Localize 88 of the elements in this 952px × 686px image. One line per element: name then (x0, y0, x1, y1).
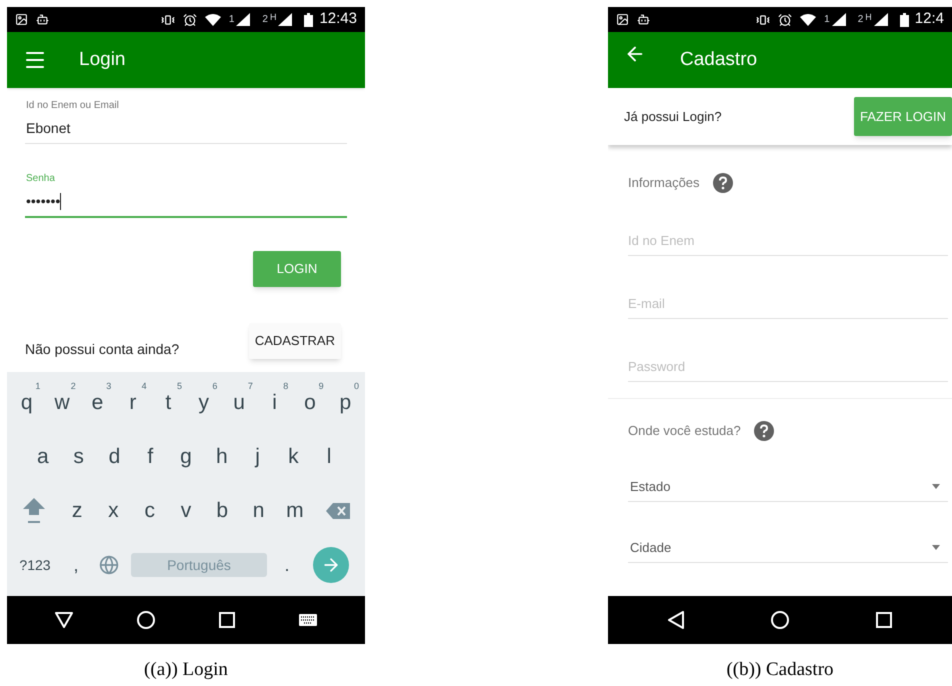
wifi-icon (204, 14, 221, 26)
screen-title: Login (79, 48, 126, 72)
help-icon[interactable] (712, 173, 733, 193)
text-input-field[interactable]: Id no Enem ou Email Ebonet (25, 98, 347, 144)
signup-prompt: Não possui conta ainda? (25, 340, 180, 359)
field-label: Senha (26, 172, 56, 186)
signup-button[interactable]: CADASTRAR (248, 322, 341, 358)
screen-title: Cadastro (680, 48, 758, 72)
field-value: Ebonet (26, 118, 70, 138)
keyboard-key[interactable]: 4 r (115, 376, 151, 430)
keyboard-key[interactable]: 6 y (186, 376, 222, 430)
wifi-icon (800, 14, 816, 26)
home-icon[interactable] (137, 611, 155, 629)
picture-icon (616, 13, 629, 26)
sim-label: 1 (824, 13, 830, 27)
dropdown-field[interactable]: Cidade (628, 533, 948, 563)
keyboard-key[interactable]: b (204, 484, 240, 538)
sim-label: 2 (262, 13, 268, 27)
comma-key[interactable]: , (61, 545, 91, 585)
backspace-icon (326, 503, 350, 519)
back-icon[interactable] (668, 611, 684, 629)
figure-caption: ((b)) Cadastro (726, 658, 834, 682)
android-icon (36, 13, 49, 26)
keyboard-key[interactable]: n (240, 484, 277, 538)
keyboard-key[interactable]: d (96, 430, 132, 484)
android-icon (637, 13, 650, 26)
field-placeholder: E-mail (628, 294, 665, 313)
recents-icon[interactable] (219, 612, 235, 628)
keyboard-key[interactable]: 5 t (150, 376, 186, 430)
alarm-icon (778, 12, 792, 26)
field-placeholder: Id no Enem (628, 232, 694, 250)
clock-time: 12:4 (914, 9, 944, 30)
period-key[interactable]: . (267, 545, 307, 585)
keyboard-key[interactable]: k (275, 430, 312, 484)
keyboard-key[interactable]: a (25, 430, 61, 484)
dropdown-field[interactable]: Estado (628, 472, 948, 502)
recents-icon[interactable] (876, 612, 892, 628)
keyboard-key[interactable]: 9 o (292, 376, 328, 430)
vibrate-icon (756, 12, 770, 26)
battery-icon (304, 12, 314, 26)
keyboard-key[interactable]: m (276, 484, 313, 538)
keyboard-key[interactable]: x (95, 484, 132, 538)
text-input-field[interactable]: Senha ••••••• (25, 171, 347, 218)
keyboard-key[interactable]: f (132, 430, 168, 484)
alarm-icon (182, 12, 197, 26)
keyboard-key[interactable]: 0 p (328, 376, 364, 430)
section-title: Informações (628, 174, 700, 192)
keyboard-key[interactable]: c (132, 484, 168, 538)
signal-icon (874, 13, 888, 26)
clock-time: 12:43 (319, 9, 357, 30)
field-value: ••••••• (26, 192, 60, 210)
keyboard-key[interactable]: v (168, 484, 204, 538)
keyboard-key[interactable]: 8 i (256, 376, 292, 430)
field-label: Id no Enem ou Email (26, 99, 120, 113)
keyboard-key[interactable]: l (311, 430, 348, 484)
keyboard-key[interactable]: 7 u (221, 376, 257, 430)
shift-icon (23, 498, 45, 524)
globe-icon (99, 555, 119, 575)
signal-icon (236, 13, 250, 26)
keyboard-key[interactable]: 1 q (9, 376, 44, 430)
text-cursor (60, 192, 62, 210)
home-icon[interactable] (770, 611, 789, 629)
figure-caption: ((a)) Login (144, 658, 228, 682)
keyboard-icon[interactable] (299, 614, 317, 626)
vibrate-icon (160, 12, 175, 26)
field-placeholder: Password (628, 358, 686, 376)
signal-icon (278, 13, 292, 26)
keyboard-key[interactable]: z (59, 484, 96, 538)
keyboard-key[interactable]: 3 e (80, 376, 116, 430)
network-label: H (865, 11, 872, 24)
sim-label: 1 (228, 13, 234, 27)
keyboard-key[interactable]: h (204, 430, 240, 484)
login-prompt: Já possui Login? (624, 108, 722, 126)
help-icon[interactable] (754, 421, 774, 441)
keyboard-key[interactable]: s (60, 430, 97, 484)
keyboard-key[interactable]: 2 w (44, 376, 80, 430)
battery-icon (900, 12, 909, 26)
keyboard-key[interactable]: j (240, 430, 276, 484)
sim-label: 2 (858, 13, 864, 27)
caret-icon (932, 484, 940, 489)
section-title: Onde você estuda? (628, 422, 741, 440)
network-label: H (270, 11, 276, 24)
back-icon[interactable] (55, 612, 73, 628)
keyboard-key[interactable]: g (168, 430, 204, 484)
signal-icon (832, 13, 846, 26)
symbols-key[interactable]: ?123 (9, 545, 61, 585)
caret-icon (932, 545, 940, 550)
picture-icon (15, 13, 28, 26)
